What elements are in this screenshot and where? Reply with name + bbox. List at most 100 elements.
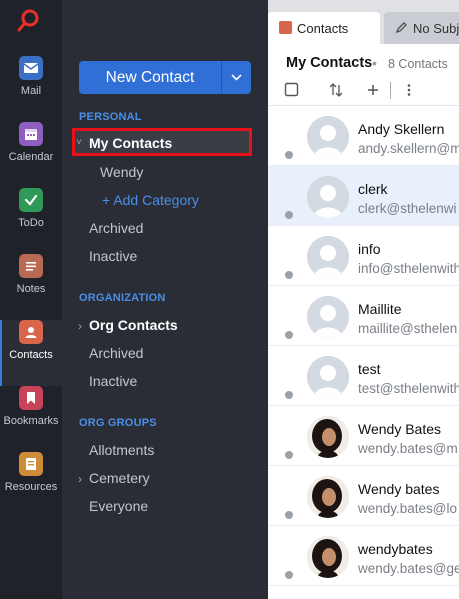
bookmark-icon bbox=[19, 386, 43, 410]
new-contact-button[interactable]: New Contact bbox=[79, 61, 221, 94]
app-rail: Mail Calendar ToDo Notes Contacts Bookma… bbox=[0, 0, 62, 599]
contact-row[interactable]: clerk clerk@sthelenwi bbox=[268, 166, 459, 226]
rail-item-resources[interactable]: Resources bbox=[0, 452, 62, 518]
notes-icon bbox=[19, 254, 43, 278]
contact-row[interactable]: Maillite maillite@sthelen bbox=[268, 286, 459, 346]
contact-email: info@sthelenwith bbox=[358, 261, 459, 276]
calendar-icon bbox=[19, 122, 43, 146]
rail-label: Resources bbox=[4, 481, 58, 493]
folder-my-contacts[interactable]: My Contacts bbox=[89, 135, 172, 151]
contact-row[interactable]: info info@sthelenwith bbox=[268, 226, 459, 286]
resources-icon bbox=[19, 452, 43, 476]
folder-archived[interactable]: Archived bbox=[89, 220, 143, 236]
list-title: My Contacts bbox=[286, 55, 373, 71]
presence-dot bbox=[285, 151, 293, 159]
tab-no-subject[interactable]: No Subje bbox=[384, 12, 459, 44]
contact-name: test bbox=[358, 361, 381, 377]
more-options-icon[interactable] bbox=[401, 82, 417, 98]
contact-email: maillite@sthelen bbox=[358, 321, 458, 336]
rail-label: Notes bbox=[16, 283, 46, 295]
rail-item-notes[interactable]: Notes bbox=[0, 254, 62, 320]
folder-org-archived[interactable]: Archived bbox=[89, 345, 143, 361]
group-everyone[interactable]: Everyone bbox=[89, 498, 148, 514]
contact-row[interactable]: Wendy Bates wendy.bates@m bbox=[268, 406, 459, 466]
folder-org-contacts[interactable]: Org Contacts bbox=[89, 317, 178, 333]
presence-dot bbox=[285, 451, 293, 459]
rail-item-contacts[interactable]: Contacts bbox=[0, 320, 62, 386]
contact-row[interactable]: wendybates wendy.bates@ge bbox=[268, 526, 459, 586]
new-contact-dropdown-button[interactable] bbox=[222, 61, 251, 94]
contact-name: Andy Skellern bbox=[358, 121, 445, 137]
contact-name: Maillite bbox=[358, 301, 402, 317]
rail-label: Bookmarks bbox=[3, 415, 59, 427]
folder-wendy[interactable]: Wendy bbox=[100, 164, 143, 180]
presence-dot bbox=[285, 271, 293, 279]
section-header-org-groups: ORG GROUPS bbox=[79, 417, 157, 429]
presence-dot bbox=[285, 211, 293, 219]
contact-email: wendy.bates@lo bbox=[358, 501, 458, 516]
chevron-right-icon[interactable]: › bbox=[78, 472, 82, 486]
rail-label: ToDo bbox=[18, 217, 44, 229]
contact-email: andy.skellern@m bbox=[358, 141, 459, 156]
add-icon[interactable] bbox=[365, 82, 381, 98]
rail-label: Calendar bbox=[8, 151, 54, 163]
avatar bbox=[307, 416, 349, 458]
tab-bar: Contacts No Subje bbox=[268, 0, 459, 44]
rail-label: Contacts bbox=[9, 349, 53, 361]
contact-name: info bbox=[358, 241, 381, 257]
contact-row[interactable]: test test@sthelenwith bbox=[268, 346, 459, 406]
rail-item-bookmarks[interactable]: Bookmarks bbox=[0, 386, 62, 452]
contacts-icon bbox=[279, 21, 292, 34]
contact-email: wendy.bates@m bbox=[358, 441, 458, 456]
checkmark-icon bbox=[19, 188, 43, 212]
group-cemetery[interactable]: Cemetery bbox=[89, 470, 150, 486]
avatar bbox=[307, 536, 349, 578]
add-category-link[interactable]: + Add Category bbox=[102, 192, 199, 208]
chevron-right-icon[interactable]: › bbox=[78, 319, 82, 333]
avatar bbox=[307, 176, 349, 218]
app-logo-icon bbox=[17, 9, 39, 32]
avatar bbox=[307, 356, 349, 398]
tab-label: No Subje bbox=[413, 21, 459, 36]
chevron-down-icon[interactable]: ˅ bbox=[76, 137, 82, 148]
avatar bbox=[307, 116, 349, 158]
section-header-personal: PERSONAL bbox=[79, 111, 142, 123]
avatar bbox=[307, 476, 349, 518]
avatar bbox=[307, 236, 349, 278]
contact-name: wendybates bbox=[358, 541, 433, 557]
presence-dot bbox=[285, 571, 293, 579]
section-header-organization: ORGANIZATION bbox=[79, 292, 166, 304]
title-separator: • bbox=[372, 55, 377, 71]
contact-email: wendy.bates@ge bbox=[358, 561, 459, 576]
sort-icon[interactable] bbox=[328, 82, 344, 98]
contact-name: clerk bbox=[358, 181, 388, 197]
tab-label: Contacts bbox=[297, 21, 349, 36]
presence-dot bbox=[285, 331, 293, 339]
folder-panel: New Contact PERSONAL ˅ My Contacts Wendy… bbox=[62, 0, 268, 599]
folder-org-inactive[interactable]: Inactive bbox=[89, 373, 137, 389]
contact-row[interactable]: Wendy bates wendy.bates@lo bbox=[268, 466, 459, 526]
group-allotments[interactable]: Allotments bbox=[89, 442, 154, 458]
folder-inactive[interactable]: Inactive bbox=[89, 248, 137, 264]
toolbar-divider bbox=[390, 82, 391, 99]
contact-name: Wendy bates bbox=[358, 481, 440, 497]
presence-dot bbox=[285, 391, 293, 399]
select-all-checkbox[interactable] bbox=[284, 82, 300, 98]
contact-count: 8 Contacts bbox=[388, 57, 448, 71]
tab-contacts[interactable]: Contacts bbox=[268, 12, 380, 44]
contact-email: clerk@sthelenwi bbox=[358, 201, 457, 216]
rail-label: Mail bbox=[20, 85, 42, 97]
avatar bbox=[307, 296, 349, 338]
contacts-icon bbox=[19, 320, 43, 344]
contact-row[interactable]: Andy Skellern andy.skellern@m bbox=[268, 106, 459, 166]
new-contact-button-group: New Contact bbox=[79, 61, 251, 94]
contact-name: Wendy Bates bbox=[358, 421, 442, 437]
contacts-pane: Contacts No Subje My Contacts • 8 Contac… bbox=[268, 0, 459, 599]
presence-dot bbox=[285, 511, 293, 519]
pencil-icon bbox=[396, 22, 407, 33]
rail-item-mail[interactable]: Mail bbox=[0, 56, 62, 122]
mail-icon bbox=[19, 56, 43, 80]
contact-email: test@sthelenwith bbox=[358, 381, 459, 396]
rail-item-todo[interactable]: ToDo bbox=[0, 188, 62, 254]
rail-item-calendar[interactable]: Calendar bbox=[0, 122, 62, 188]
